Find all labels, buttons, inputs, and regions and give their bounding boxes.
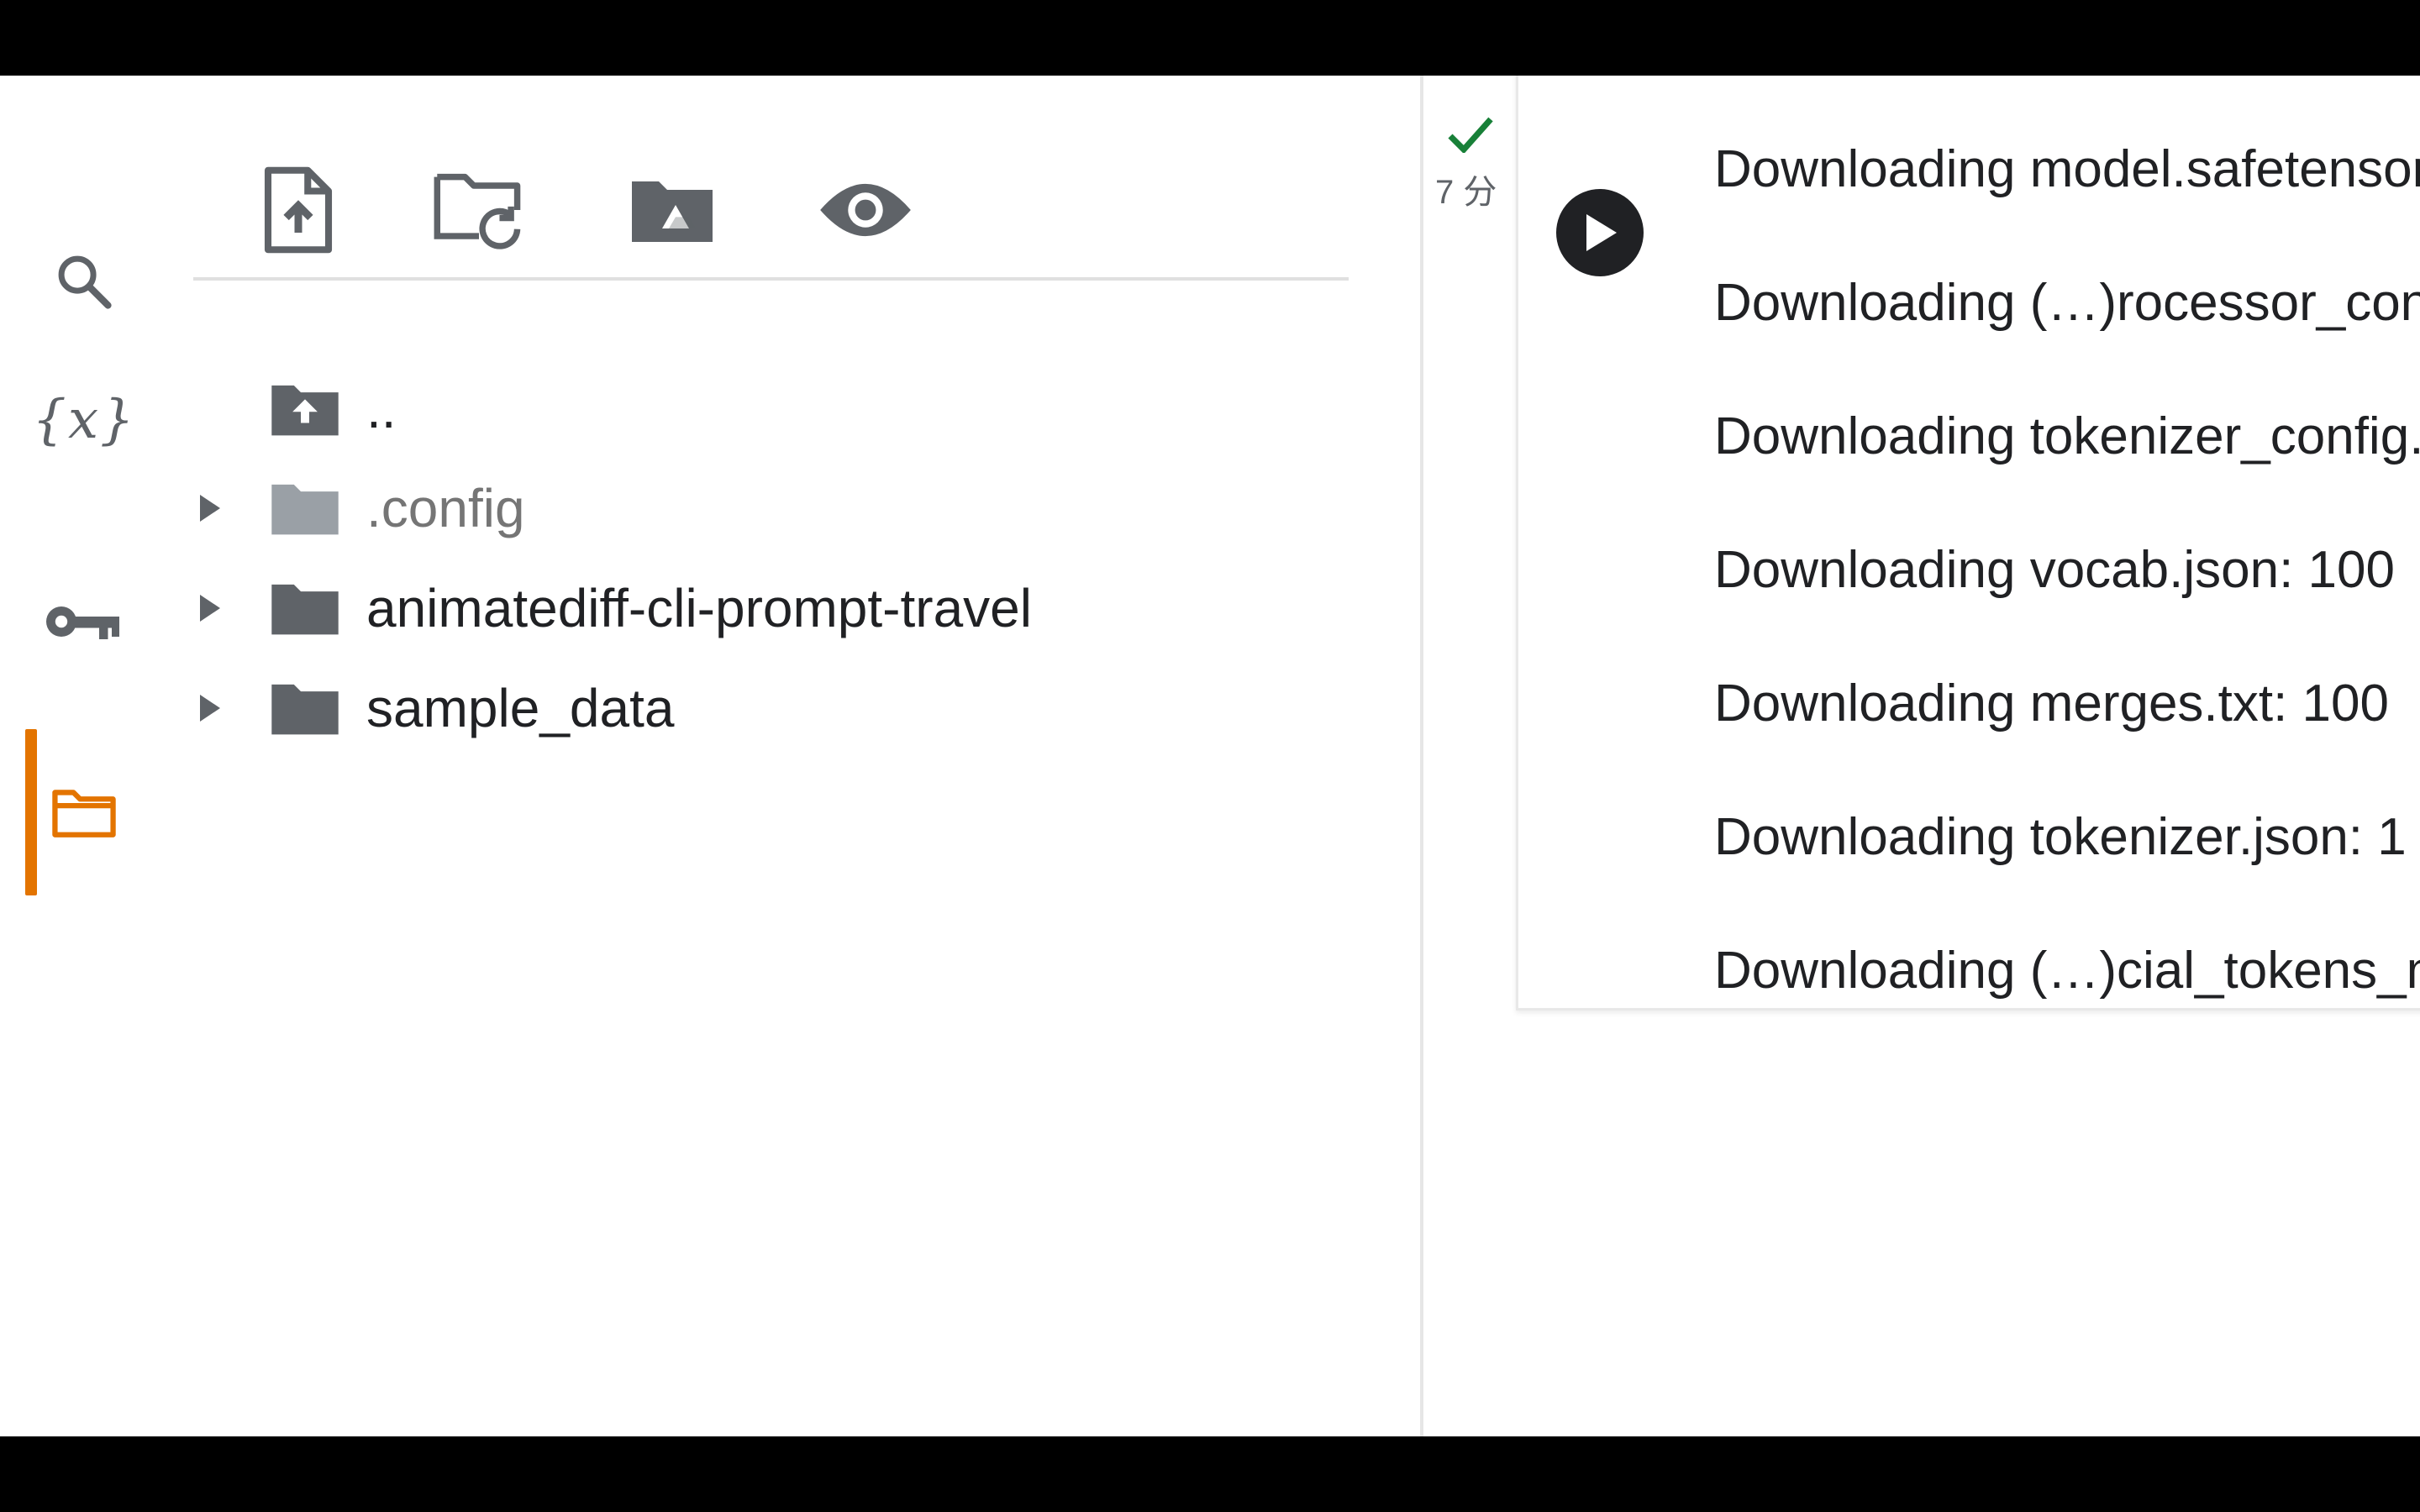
panel-divider[interactable] <box>1420 76 1423 1436</box>
show-hidden-icon[interactable] <box>811 155 920 265</box>
mount-drive-icon[interactable] <box>618 155 727 265</box>
tree-row-config[interactable]: .config <box>193 466 1286 550</box>
variables-icon[interactable]: {x} <box>32 374 136 466</box>
play-icon <box>1586 214 1617 251</box>
search-icon[interactable] <box>34 235 134 328</box>
tree-label: sample_data <box>366 678 675 738</box>
file-toolbar <box>193 143 1349 281</box>
output-line: Downloading tokenizer_config.json <box>1714 407 2420 465</box>
expand-caret-icon[interactable] <box>193 491 227 525</box>
output-line: Downloading vocab.json: 100 <box>1714 541 2395 599</box>
expand-caret-icon[interactable] <box>193 591 227 625</box>
run-cell-button[interactable] <box>1556 189 1644 276</box>
folder-icon <box>269 579 345 638</box>
tree-row-parent[interactable]: .. <box>193 367 1286 451</box>
check-icon <box>1447 116 1494 157</box>
key-icon[interactable] <box>34 575 134 668</box>
folder-icon[interactable] <box>34 766 134 858</box>
folder-up-icon <box>269 380 345 438</box>
refresh-folder-icon[interactable] <box>424 155 534 265</box>
execution-time: 7 分 <box>1435 174 1497 211</box>
expand-caret-icon[interactable] <box>193 691 227 725</box>
output-line: Downloading merges.txt: 100 <box>1714 675 2390 732</box>
tree-row-sample-data[interactable]: sample_data <box>193 666 1286 750</box>
activity-rail: {x} <box>0 76 176 1436</box>
colab-window: {x} .. .config animatediff-cli-prompt-tr… <box>0 76 2420 1436</box>
tree-label: animatediff-cli-prompt-travel <box>366 578 1032 638</box>
upload-file-icon[interactable] <box>244 155 353 265</box>
output-line: Downloading (…)rocessor_config.json <box>1714 274 2420 332</box>
output-line: Downloading (…)cial_tokens_map.json <box>1714 942 2420 1000</box>
tree-row-animatediff[interactable]: animatediff-cli-prompt-travel <box>193 566 1286 650</box>
file-browser: .. .config animatediff-cli-prompt-travel <box>193 76 1353 1436</box>
folder-icon <box>269 479 345 538</box>
variables-glyph: {x} <box>32 389 136 451</box>
output-line: Downloading model.safetensors <box>1714 140 2420 198</box>
folder-icon <box>269 679 345 738</box>
output-line: Downloading tokenizer.json: 1 <box>1714 808 2407 866</box>
tree-label: .. <box>366 379 397 439</box>
tree-label: .config <box>366 478 525 538</box>
